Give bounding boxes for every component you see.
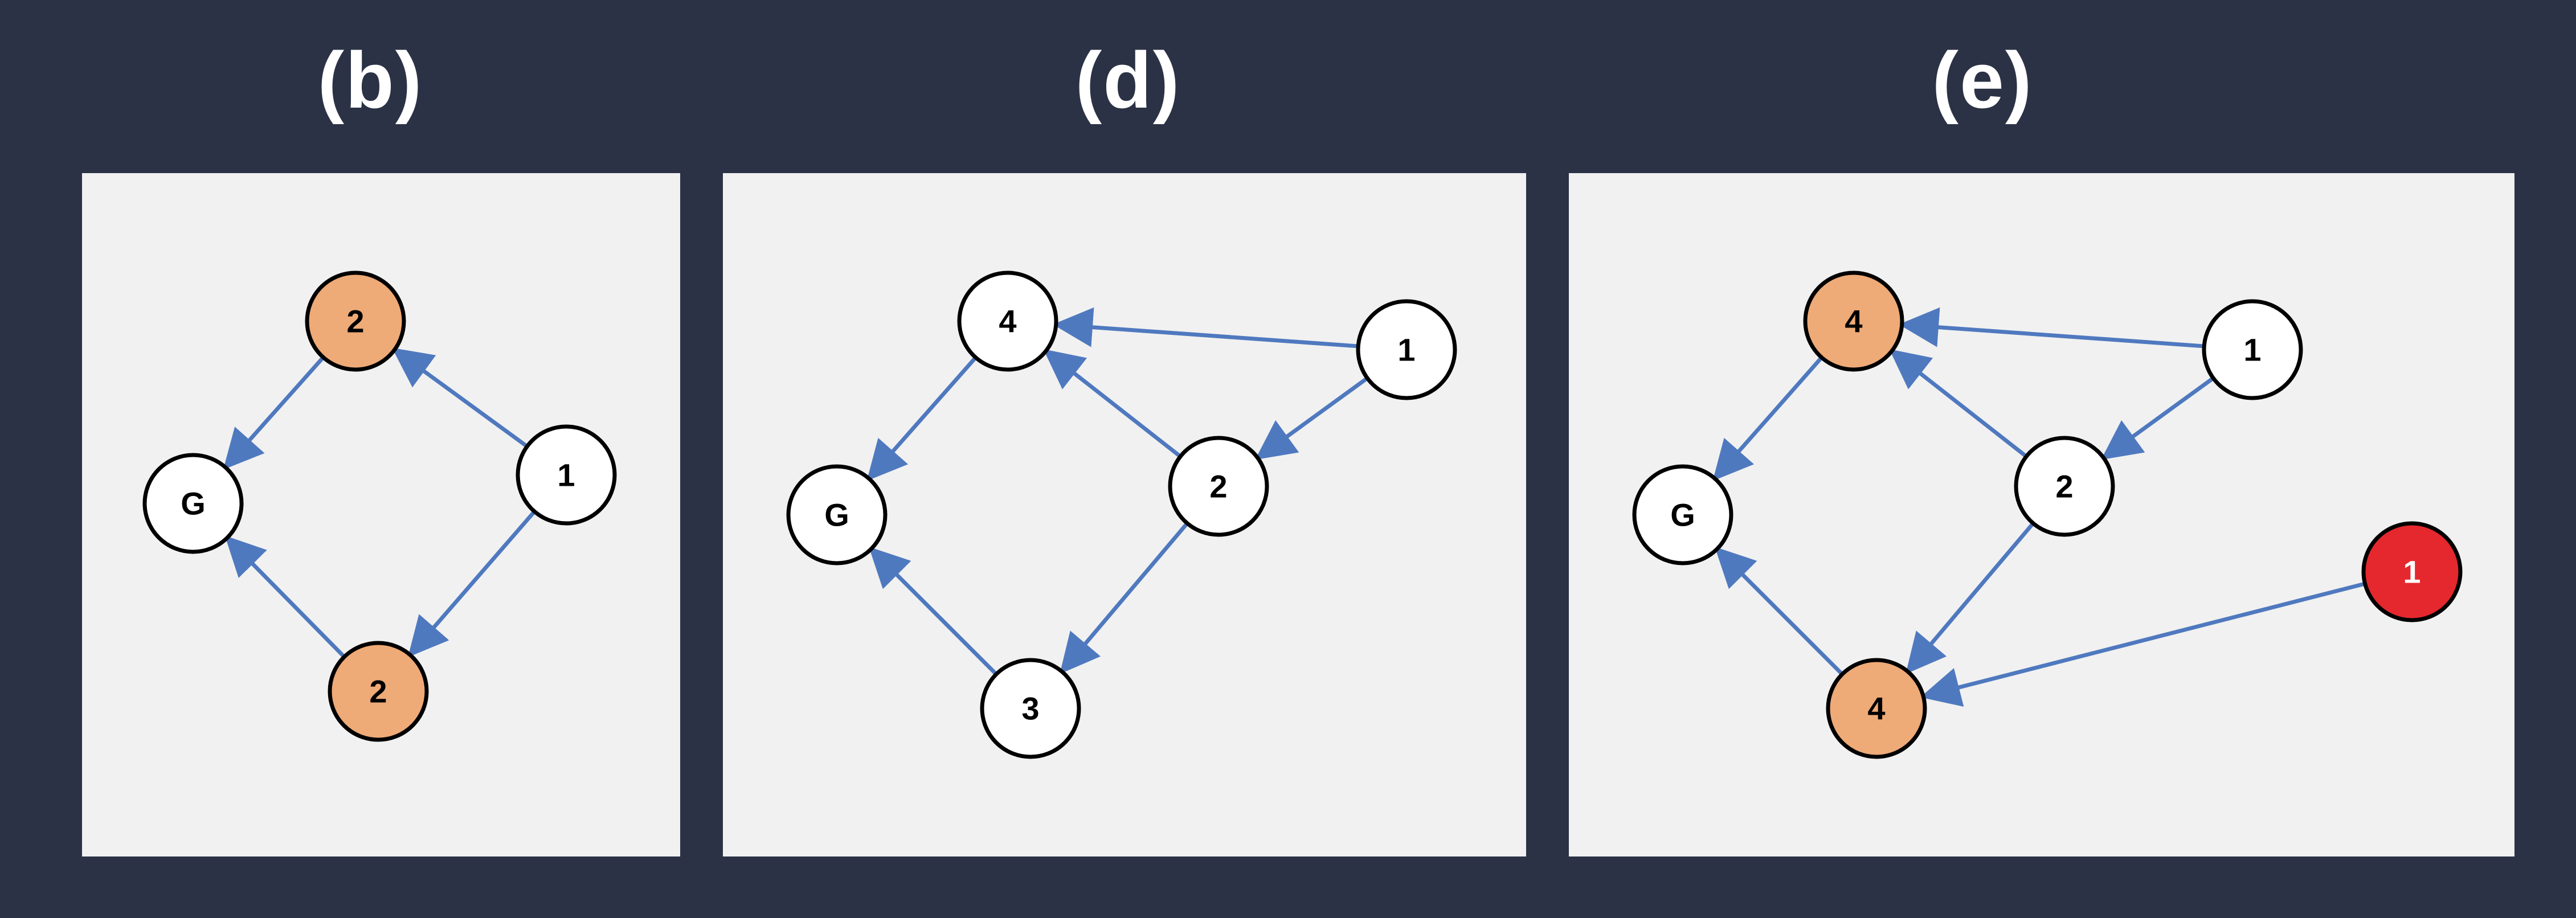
- node-label-bottom: 2: [369, 674, 387, 710]
- edge-one-to-top: [398, 352, 528, 446]
- node-G: G: [145, 455, 242, 552]
- panel-title-b: (b): [199, 34, 541, 126]
- edge-one-to-fourA: [1906, 325, 2204, 346]
- edge-two-to-fourA: [1895, 353, 2026, 456]
- panel-b: G 2 2 1: [80, 171, 682, 859]
- node-bottom: 2: [330, 643, 427, 740]
- edge-four-to-G: [871, 358, 976, 476]
- panel-d: G 4 3 2 1: [721, 171, 1528, 859]
- edge-one-to-two: [1261, 378, 1368, 456]
- edge-redOne-to-fourB: [1927, 584, 2365, 695]
- node-label-top: 2: [346, 304, 364, 339]
- graph-e: G 4 4 2 1 1: [1569, 173, 2514, 856]
- edge-one-to-two: [2107, 378, 2214, 456]
- nodes-e: G 4 4 2 1 1: [1634, 273, 2460, 757]
- node-label-fourB: 4: [1867, 691, 1885, 727]
- node-fourB: 4: [1828, 660, 1925, 757]
- node-two: 2: [1170, 438, 1267, 535]
- edge-bottom-to-G: [230, 540, 345, 657]
- node-fourA: 4: [1805, 273, 1902, 370]
- edge-three-to-G: [873, 551, 996, 674]
- edge-one-to-bottom: [412, 511, 535, 652]
- node-label-one: 1: [557, 457, 575, 493]
- edge-fourA-to-G: [1717, 358, 1822, 476]
- node-label-redOne: 1: [2403, 554, 2420, 590]
- node-label-two: 2: [1209, 469, 1227, 505]
- edge-two-to-four: [1049, 353, 1180, 456]
- node-label-G: G: [1670, 497, 1695, 533]
- node-label-four: 4: [999, 304, 1016, 339]
- node-one: 1: [2204, 301, 2301, 398]
- edges-b: [228, 352, 535, 657]
- panel-title-e: (e): [1812, 34, 2153, 126]
- edges-d: [871, 325, 1367, 674]
- node-G: G: [788, 466, 885, 563]
- node-label-one: 1: [1397, 332, 1415, 368]
- node-one: 1: [518, 427, 615, 523]
- node-label-two: 2: [2055, 469, 2073, 505]
- node-label-G: G: [181, 486, 206, 522]
- graph-d: G 4 3 2 1: [723, 173, 1526, 856]
- nodes-b: G 2 2 1: [145, 273, 615, 740]
- node-redOne: 1: [2364, 523, 2460, 620]
- node-one: 1: [1358, 301, 1455, 398]
- node-label-fourA: 4: [1845, 304, 1862, 339]
- edge-one-to-four: [1060, 325, 1358, 346]
- edge-two-to-fourB: [1910, 523, 2033, 669]
- node-label-G: G: [824, 497, 849, 533]
- graph-b: G 2 2 1: [82, 173, 680, 856]
- panel-title-d: (d): [957, 34, 1299, 126]
- node-label-one: 1: [2243, 332, 2261, 368]
- node-four: 4: [959, 273, 1056, 370]
- node-two: 2: [2016, 438, 2113, 535]
- node-top: 2: [307, 273, 404, 370]
- edge-fourB-to-G: [1719, 551, 1842, 674]
- edge-top-to-G: [228, 357, 324, 465]
- node-label-three: 3: [1021, 691, 1039, 727]
- edge-two-to-three: [1064, 523, 1187, 669]
- node-three: 3: [982, 660, 1079, 757]
- node-G: G: [1634, 466, 1731, 563]
- panel-e: G 4 4 2 1 1: [1567, 171, 2517, 859]
